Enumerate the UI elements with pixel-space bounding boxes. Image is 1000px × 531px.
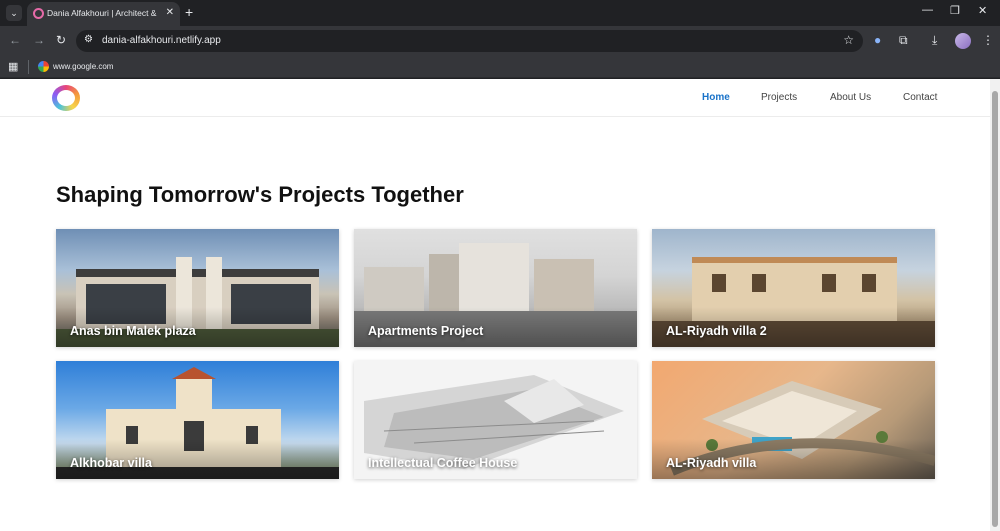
project-card-al-riyadh-villa-2[interactable]: AL-Riyadh villa 2 — [652, 229, 935, 347]
browser-toolbar: ← → ↻ ⚙ dania-alfakhouri.netlify.app ☆ ●… — [0, 26, 1000, 56]
logo-mark — [57, 90, 75, 106]
tab-search-icon[interactable]: ⌄ — [6, 5, 22, 21]
nav-contact[interactable]: Contact — [903, 92, 937, 103]
project-label: AL-Riyadh villa 2 — [666, 324, 767, 338]
project-card-apartments-project[interactable]: Apartments Project — [354, 229, 637, 347]
tab-close-icon[interactable]: ✕ — [166, 7, 174, 18]
tab-favicon-icon — [33, 8, 44, 19]
new-tab-icon[interactable]: + — [185, 4, 193, 20]
project-card-alkhobar-villa[interactable]: Alkhobar villa — [56, 361, 339, 479]
page-title: Shaping Tomorrow's Projects Together — [56, 182, 464, 207]
download-icon[interactable]: ⤓ — [932, 33, 937, 48]
reload-icon[interactable]: ↻ — [56, 33, 66, 47]
back-icon[interactable]: ← — [9, 33, 21, 47]
url-text[interactable]: dania-alfakhouri.netlify.app — [102, 35, 221, 46]
extension-icon[interactable]: ● — [874, 33, 881, 47]
google-icon — [38, 61, 49, 72]
tab-title: Dania Alfakhouri | Architect & I — [47, 8, 159, 18]
project-card-anas-bin-malek-plaza[interactable]: Anas bin Malek plaza — [56, 229, 339, 347]
bookmark-divider — [28, 60, 29, 74]
project-card-intellectual-coffee-house[interactable]: Intellectual Coffee House — [354, 361, 637, 479]
web-page: Home Projects About Us Contact Shaping T… — [0, 79, 990, 531]
close-window-icon[interactable]: ✕ — [978, 4, 987, 17]
site-header: Home Projects About Us Contact — [0, 79, 990, 117]
project-label: Anas bin Malek plaza — [70, 324, 196, 338]
project-label: Apartments Project — [368, 324, 484, 338]
apps-icon[interactable]: ▦ — [8, 60, 18, 73]
project-label: AL-Riyadh villa — [666, 456, 757, 470]
nav-about-us[interactable]: About Us — [830, 92, 871, 103]
minimize-icon[interactable]: — — [922, 4, 933, 16]
puzzle-icon[interactable]: ⧉ — [899, 33, 908, 48]
nav-home[interactable]: Home — [702, 92, 730, 103]
bookmarks-bar: ▦ www.google.com — [0, 56, 1000, 78]
restore-icon[interactable]: ❐ — [950, 4, 960, 17]
tab-strip: ⌄ Dania Alfakhouri | Architect & I ✕ + —… — [0, 0, 1000, 26]
star-icon[interactable]: ☆ — [843, 33, 854, 47]
address-bar[interactable]: ⚙ dania-alfakhouri.netlify.app ☆ — [76, 30, 863, 52]
site-info-icon[interactable]: ⚙ — [84, 34, 93, 45]
forward-icon[interactable]: → — [33, 33, 45, 47]
project-label: Intellectual Coffee House — [368, 456, 518, 470]
kebab-menu-icon[interactable]: ⋮ — [982, 33, 994, 47]
project-card-al-riyadh-villa[interactable]: AL-Riyadh villa — [652, 361, 935, 479]
bookmark-google[interactable]: www.google.com — [53, 62, 113, 71]
logo[interactable] — [52, 85, 80, 111]
nav-projects[interactable]: Projects — [761, 92, 797, 103]
scrollbar-thumb[interactable] — [992, 91, 998, 527]
page-scrollbar[interactable] — [990, 79, 1000, 531]
browser-tab[interactable]: Dania Alfakhouri | Architect & I ✕ — [27, 2, 180, 26]
project-label: Alkhobar villa — [70, 456, 152, 470]
avatar[interactable] — [955, 33, 971, 49]
